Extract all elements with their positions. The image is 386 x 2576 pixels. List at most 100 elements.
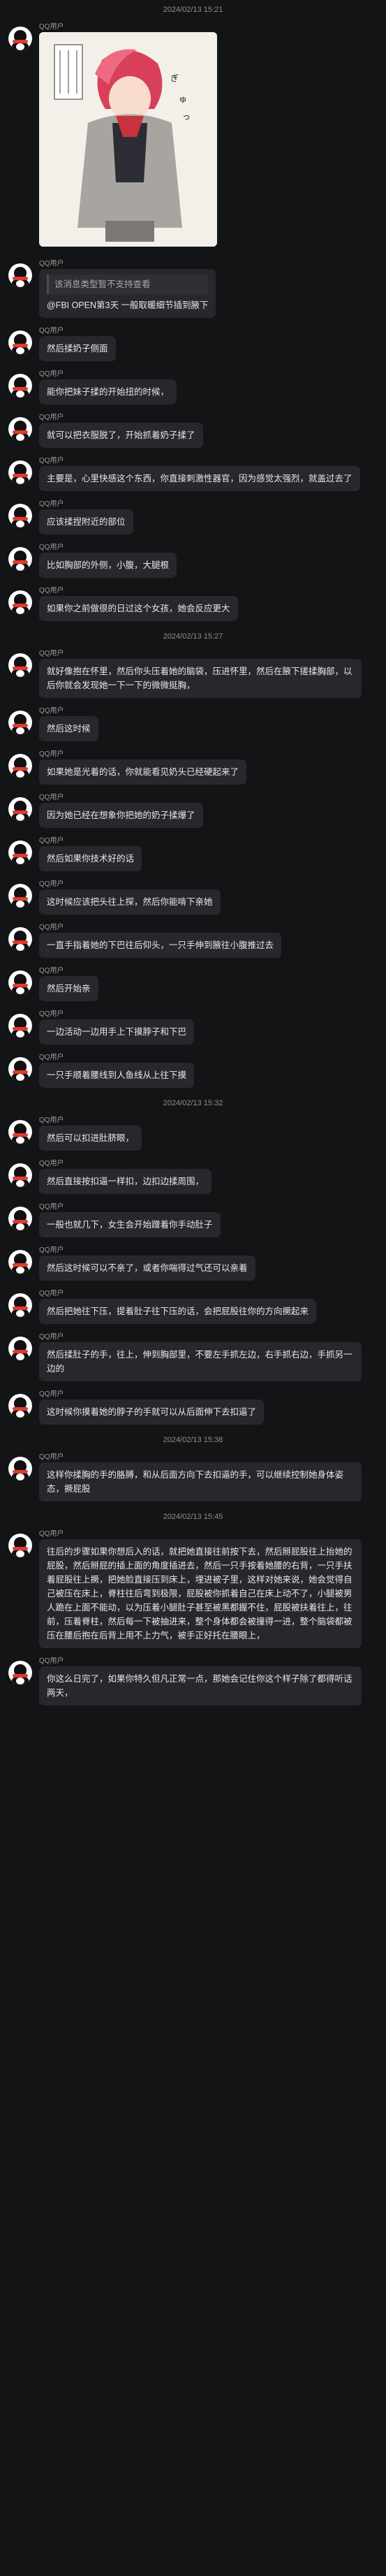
message-bubble[interactable]: 然后如果你技术好的话 bbox=[39, 846, 142, 871]
message-bubble[interactable]: 然后这时候可以不亲了，或者你喘得过气还可以亲着 bbox=[39, 1256, 255, 1281]
avatar[interactable] bbox=[8, 27, 32, 50]
message-bubble[interactable]: 因为她已经在想象你把她的奶子揉爆了 bbox=[39, 803, 203, 828]
timestamp: 2024/02/13 15:38 bbox=[163, 1436, 223, 1444]
message-bubble[interactable]: 这时候应该把头往上探，然后你能啃下亲她 bbox=[39, 889, 221, 915]
avatar[interactable] bbox=[8, 711, 32, 734]
timestamp: 2024/02/13 15:21 bbox=[163, 6, 223, 14]
sender-name: QQ用户 bbox=[39, 1246, 64, 1254]
message-bubble[interactable]: 应该揉捏附近的部位 bbox=[39, 509, 133, 534]
quoted-message: 该消息类型暂不支持查看 bbox=[47, 275, 209, 294]
sender-name: QQ用户 bbox=[39, 544, 64, 551]
avatar[interactable] bbox=[8, 1014, 32, 1038]
avatar[interactable] bbox=[8, 547, 32, 571]
message-text: @FBI OPEN第3天 一般取暖细节插到腋下 bbox=[47, 300, 209, 310]
message-bubble[interactable]: 这时候你摸着她的脖子的手就可以从后面伸下去扣逼了 bbox=[39, 1399, 265, 1425]
avatar[interactable] bbox=[8, 330, 32, 354]
message-bubble[interactable]: 能你把妹子揉的开始扭的时候， bbox=[39, 379, 177, 405]
message: QQ用户 主要是，心里快感这个东西，你直接刺激性器官，因为感觉太强烈，就盖过去了 bbox=[0, 453, 386, 497]
message-bubble[interactable]: 往后的步骤如果你想后入的话，就把她直接往前按下去，然后掰屁股往上抬她的屁股，然后… bbox=[39, 1539, 362, 1648]
sender-name: QQ用户 bbox=[39, 1290, 64, 1297]
message-bubble[interactable]: 一只手顺着腰线到人鱼线从上往下摸 bbox=[39, 1063, 195, 1088]
avatar[interactable] bbox=[8, 1293, 32, 1317]
sender-name: QQ用户 bbox=[39, 1010, 64, 1018]
message: QQ用户就可以把衣服脱了，开始抓着奶子揉了 bbox=[0, 410, 386, 453]
message-bubble[interactable]: 然后把她往下压，提着肚子往下压的话，会把屁股往你的方向撅起来 bbox=[39, 1299, 317, 1324]
sender-name: QQ用户 bbox=[39, 750, 64, 758]
timestamp: 2024/02/13 15:32 bbox=[163, 1099, 223, 1107]
image-bubble[interactable]: ぎ ゅ っ bbox=[39, 32, 217, 251]
message-bubble[interactable]: 然后这时候 bbox=[39, 716, 98, 741]
sender-name: QQ用户 bbox=[39, 967, 64, 975]
message-bubble[interactable]: 你这么日完了，如果你特久但凡正常一点，那她会记住你这个样子除了都得听话两天， bbox=[39, 1666, 362, 1705]
photo-image[interactable]: ぎ ゅ っ bbox=[39, 32, 217, 247]
avatar[interactable] bbox=[8, 884, 32, 908]
avatar[interactable] bbox=[8, 374, 32, 398]
message: QQ用户 往后的步骤如果你想后入的话，就把她直接往前按下去，然后掰屁股往上抬她的屁… bbox=[0, 1527, 386, 1654]
message-bubble[interactable]: 然后开始亲 bbox=[39, 976, 98, 1001]
avatar[interactable] bbox=[8, 1207, 32, 1230]
message: QQ用户 这时候你摸着她的脖子的手就可以从后面伸下去扣逼了 bbox=[0, 1387, 386, 1430]
sender-name: QQ用户 bbox=[39, 370, 64, 378]
avatar[interactable] bbox=[8, 263, 32, 287]
svg-text:っ: っ bbox=[182, 112, 191, 122]
message-bubble[interactable]: 比如胸部的外侧，小腹，大腿根 bbox=[39, 553, 177, 578]
message-bubble[interactable]: 一直手指着她的下巴往后仰头，一只手伸到腋往小腹推过去 bbox=[39, 933, 282, 958]
message-bubble[interactable]: 一边活动一边用手上下摸脖子和下巴 bbox=[39, 1019, 195, 1045]
message: QQ用户然后把她往下压，提着肚子往下压的话，会把屁股往你的方向撅起来 bbox=[0, 1286, 386, 1330]
message-bubble[interactable]: 然后揉肚子的手，往上，伸到胸部里，不要左手抓左边，右手抓右边，手抓另一边的 bbox=[39, 1342, 362, 1381]
sender-name: QQ用户 bbox=[39, 23, 64, 31]
message: QQ用户 一直手指着她的下巴往后仰头，一只手伸到腋往小腹推过去 bbox=[0, 920, 386, 963]
avatar[interactable] bbox=[8, 504, 32, 527]
avatar[interactable] bbox=[8, 841, 32, 864]
message-bubble[interactable]: 一般也就几下，女生会开始蹭着你手动肚子 bbox=[39, 1212, 221, 1237]
message: QQ用户 一只手顺着腰线到人鱼线从上往下摸 bbox=[0, 1050, 386, 1093]
sender-name: QQ用户 bbox=[39, 414, 64, 421]
sender-name: QQ用户 bbox=[39, 327, 64, 335]
message: QQ用户 如果她是光着的话，你就能看见奶头已经硬起来了 bbox=[0, 747, 386, 790]
avatar[interactable] bbox=[8, 754, 32, 778]
avatar[interactable] bbox=[8, 1163, 32, 1187]
avatar[interactable] bbox=[8, 417, 32, 441]
avatar[interactable] bbox=[8, 590, 32, 614]
quote-bubble[interactable]: 该消息类型暂不支持查看 @FBI OPEN第3天 一般取暖细节插到腋下 bbox=[39, 269, 216, 318]
message-bubble[interactable]: 就可以把衣服脱了，开始抓着奶子揉了 bbox=[39, 423, 203, 448]
svg-text:ゅ: ゅ bbox=[179, 94, 187, 104]
avatar[interactable] bbox=[8, 927, 32, 951]
message-bubble[interactable]: 就好像抱在怀里，然后你头压着她的脑袋，压进怀里，然后在腋下搓揉胸部，以后你就会发… bbox=[39, 659, 362, 698]
avatar[interactable] bbox=[8, 1534, 32, 1557]
message-bubble[interactable]: 如果你之前做很的日过这个女孩，她会反应更大 bbox=[39, 596, 238, 621]
message: QQ用户 你这么日完了，如果你特久但凡正常一点，那她会记住你这个样子除了都得听话两… bbox=[0, 1654, 386, 1711]
message: QQ用户 ぎ ゅ っ bbox=[0, 20, 386, 256]
sender-name: QQ用户 bbox=[39, 457, 64, 465]
message: QQ用户比如胸部的外侧，小腹，大腿根 bbox=[0, 540, 386, 583]
message-bubble[interactable]: 如果她是光着的话，你就能看见奶头已经硬起来了 bbox=[39, 759, 247, 785]
avatar[interactable] bbox=[8, 1120, 32, 1144]
sender-name: QQ用户 bbox=[39, 1203, 64, 1211]
avatar[interactable] bbox=[8, 1057, 32, 1081]
message-bubble[interactable]: 然后可以扣进肚脐眼， bbox=[39, 1126, 142, 1151]
message-bubble[interactable]: 主要是，心里快感这个东西，你直接刺激性器官，因为感觉太强烈，就盖过去了 bbox=[39, 466, 360, 491]
avatar[interactable] bbox=[8, 1457, 32, 1480]
sender-name: QQ用户 bbox=[39, 260, 64, 268]
avatar[interactable] bbox=[8, 1394, 32, 1418]
avatar[interactable] bbox=[8, 1337, 32, 1360]
message-bubble[interactable]: 然后直接按扣逼一样扣，边扣边揉周围， bbox=[39, 1169, 212, 1194]
message-bubble[interactable]: 然后揉奶子侧面 bbox=[39, 336, 116, 361]
sender-name: QQ用户 bbox=[39, 1160, 64, 1167]
avatar[interactable] bbox=[8, 1661, 32, 1684]
message: QQ用户 就好像抱在怀里，然后你头压着她的脑袋，压进怀里，然后在腋下搓揉胸部，以后… bbox=[0, 646, 386, 704]
avatar[interactable] bbox=[8, 797, 32, 821]
sender-name: QQ用户 bbox=[39, 880, 64, 888]
avatar[interactable] bbox=[8, 970, 32, 994]
sender-name: QQ用户 bbox=[39, 794, 64, 801]
message: QQ用户 这样你揉胸的手的胳膊，和从后面方向下去扣逼的手，可以继续控制她身体姿态，… bbox=[0, 1450, 386, 1507]
sender-name: QQ用户 bbox=[39, 1333, 64, 1341]
chat-log: 2024/02/13 15:21 QQ用户 ぎ ゅ っ QQ用户 该消息类型暂不… bbox=[0, 0, 386, 1711]
message: QQ用户 该消息类型暂不支持查看 @FBI OPEN第3天 一般取暖细节插到腋下 bbox=[0, 256, 386, 323]
avatar[interactable] bbox=[8, 460, 32, 484]
message: QQ用户因为她已经在想象你把她的奶子揉爆了 bbox=[0, 790, 386, 834]
message-bubble[interactable]: 这样你揉胸的手的胳膊，和从后面方向下去扣逼的手，可以继续控制她身体姿态，撅屁股 bbox=[39, 1462, 362, 1501]
sender-name: QQ用户 bbox=[39, 1530, 64, 1538]
avatar[interactable] bbox=[8, 653, 32, 677]
avatar[interactable] bbox=[8, 1250, 32, 1274]
